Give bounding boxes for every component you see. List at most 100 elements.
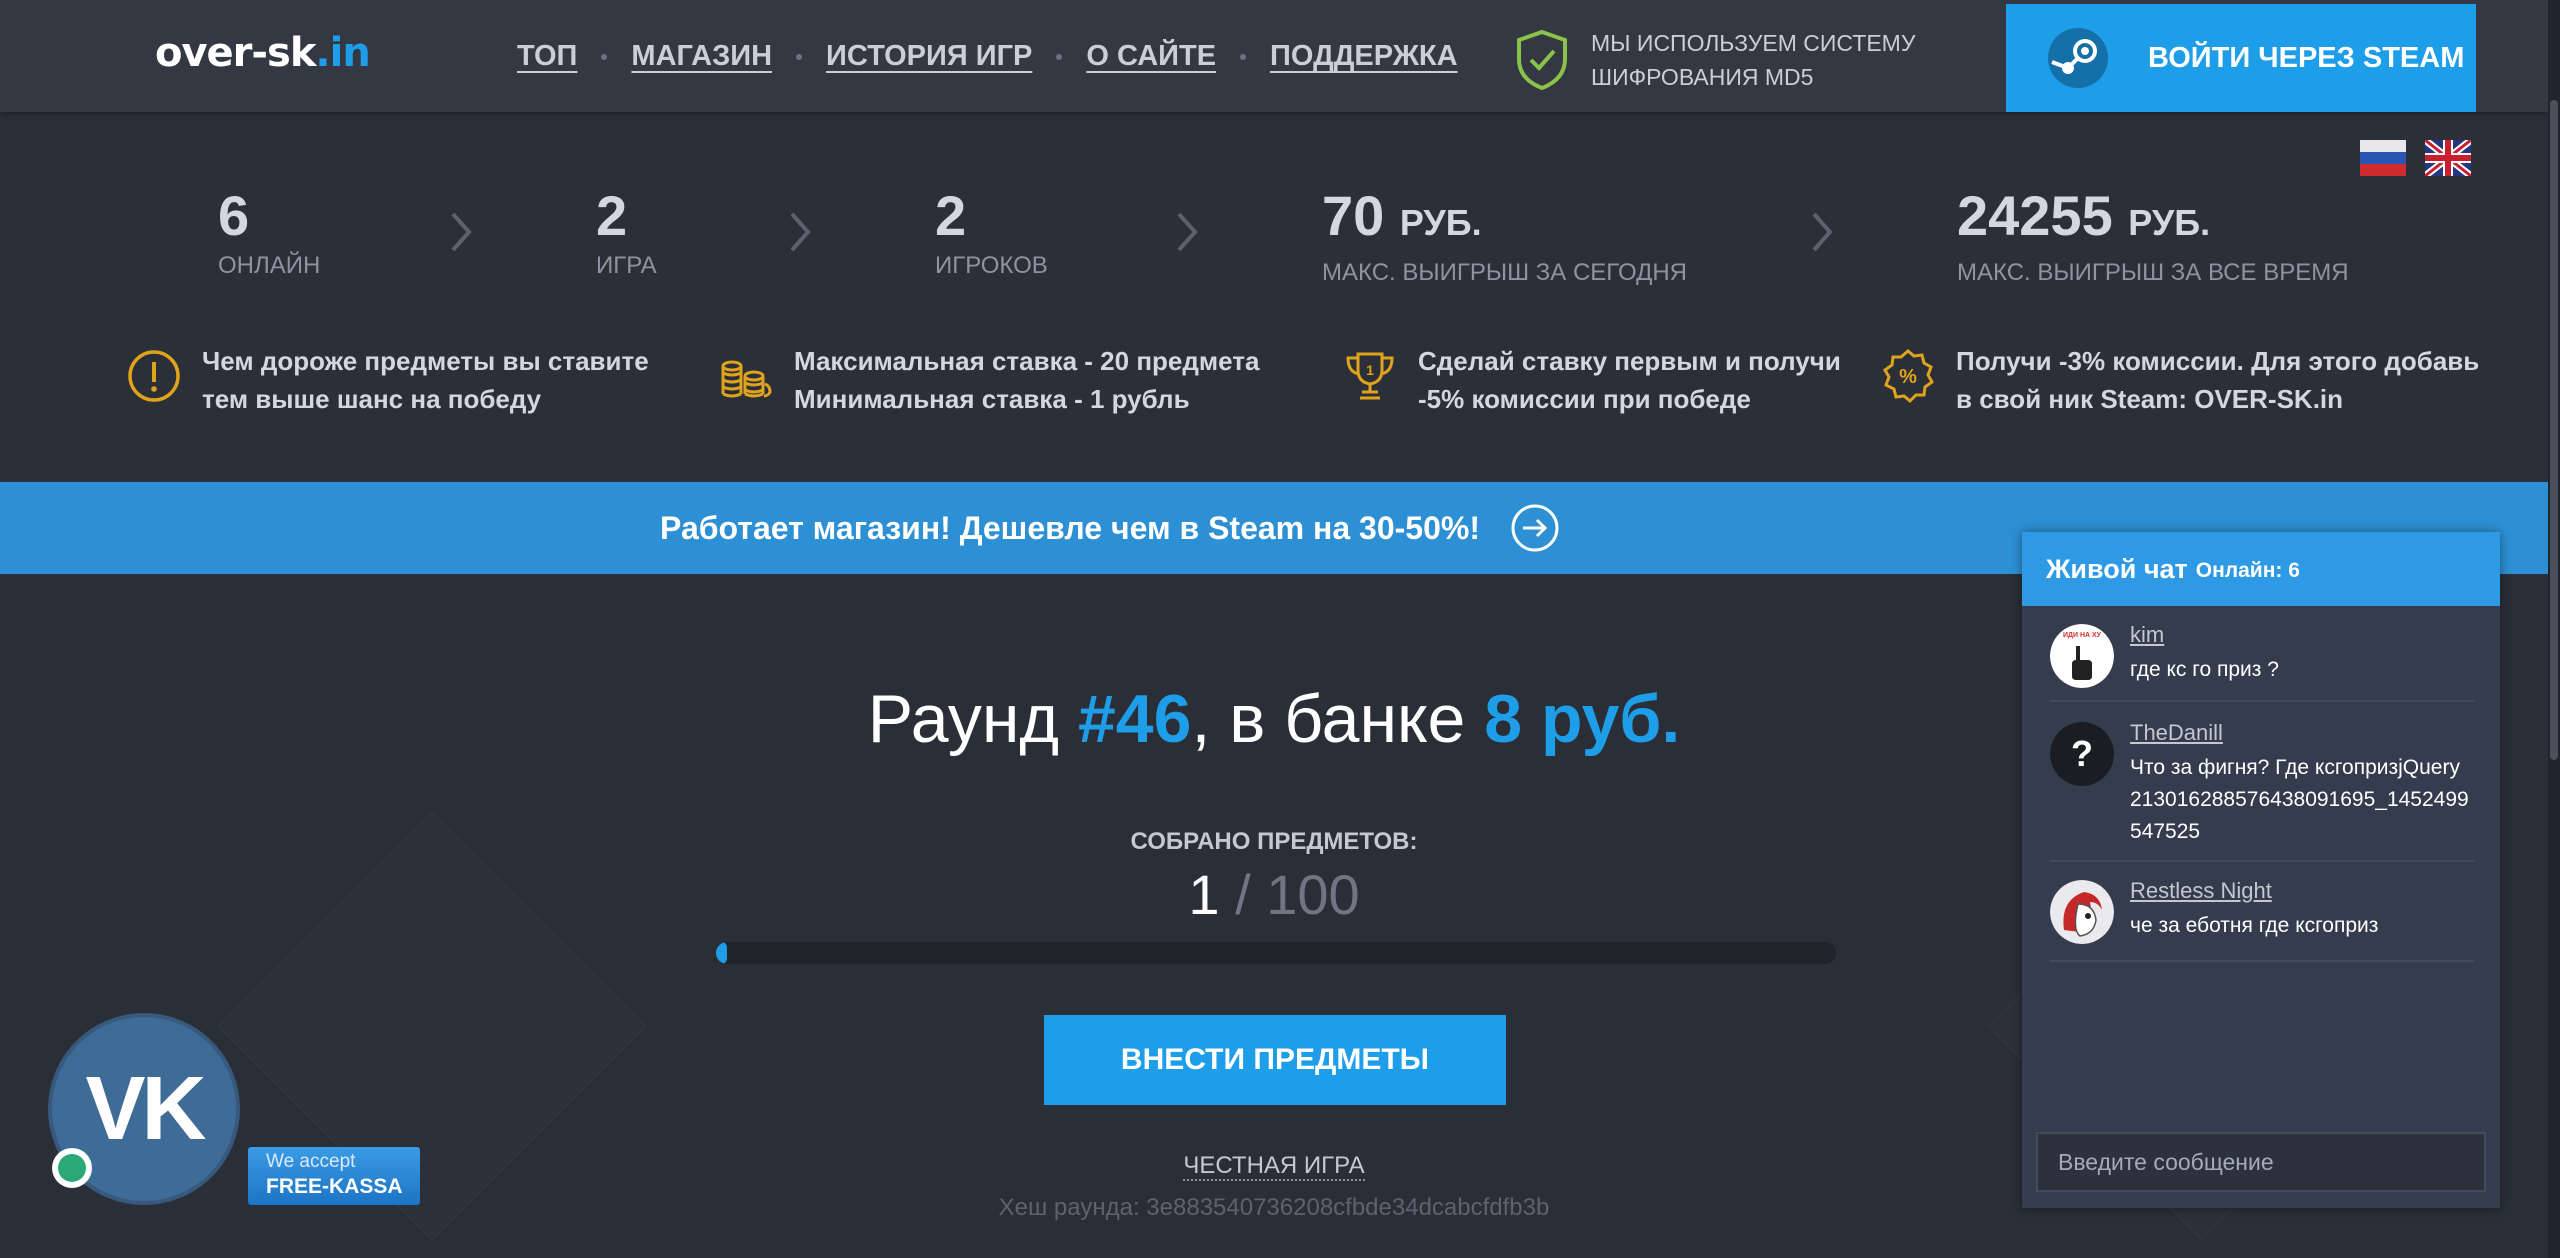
info-commission-line2: в свой ник Steam: OVER-SK.in [1956,384,2344,414]
online-status-indicator [52,1148,92,1188]
stat-game: 2 ИГРА [596,184,657,280]
stat-max-today-label: МАКС. ВЫИГРЫШ ЗА СЕГОДНЯ [1322,259,1688,286]
stat-max-today: 70 РУБ. МАКС. ВЫИГРЫШ ЗА СЕГОДНЯ [1322,184,1687,287]
svg-text:?: ? [2071,733,2093,774]
stat-online-value: 6 [218,184,250,247]
percent-badge-icon: % [1883,349,1934,404]
svg-text:1: 1 [1366,362,1374,378]
nav-shop-link[interactable]: МАГАЗИН [631,40,772,73]
shop-banner-text: Работает магазин! Дешевле чем в Steam на… [660,509,1480,546]
logo-tld-text: .in [315,30,370,76]
info-first-bet: 1 Сделай ставку первым и получи -5% коми… [1342,342,1841,418]
md5-notice: МЫ ИСПОЛЬЗУЕМ СИСТЕМУ ШИФРОВАНИЯ MD5 [1515,26,1915,94]
user-avatar-restless-night[interactable] [2050,880,2114,944]
round-prefix: Раунд [867,681,1078,757]
info-bet-limits-text: Максимальная ставка - 20 предмета Минима… [794,342,1259,418]
steam-login-button[interactable]: ВОЙТИ ЧЕРЕЗ STEAM [2006,4,2476,112]
nav-separator [601,53,608,60]
info-bet-limits-line2: Минимальная ставка - 1 рубль [794,384,1190,414]
info-chance: Чем дороже предметы вы ставите тем выше … [126,342,649,418]
free-kassa-line1: We accept [266,1151,356,1172]
fair-game-link[interactable]: ЧЕСТНАЯ ИГРА [1183,1152,1365,1181]
info-commission-text: Получи -3% комиссии. Для этого добавь в … [1956,342,2479,418]
md5-line1: МЫ ИСПОЛЬЗУЕМ СИСТЕМУ [1591,30,1916,56]
stat-max-alltime-value: 24255 РУБ. [1957,184,2349,255]
question-avatar-icon[interactable]: ? [2050,722,2114,786]
trophy-icon: 1 [1346,352,1394,400]
stat-online: 6 ОНЛАЙН [218,184,320,280]
chat-title: Живой чат [2046,553,2188,584]
logo-main-text: over-sk [155,30,316,76]
nav-history-link[interactable]: ИСТОРИЯ ИГР [826,40,1032,73]
nav-separator [796,53,803,60]
online-dot [58,1154,86,1182]
info-chance-line2: тем выше шанс на победу [202,384,542,414]
steam-icon [2048,28,2108,88]
md5-line2: ШИФРОВАНИЯ MD5 [1591,64,1814,90]
chat-username[interactable]: TheDanill [2130,720,2223,746]
free-kassa-badge[interactable]: We accept FREE-KASSA [248,1147,420,1205]
deposit-items-button[interactable]: ВНЕСТИ ПРЕДМЕТЫ [1044,1015,1506,1105]
chat-message: ИДИ НА ХУ kim где кс го приз ? [2050,614,2474,702]
chat-message: ? TheDanill Что за фигня? Где ксгопризjQ… [2050,712,2474,862]
round-number: #46 [1077,681,1192,757]
stat-online-label: ОНЛАЙН [218,252,321,279]
stat-max-alltime-label: МАКС. ВЫИГРЫШ ЗА ВСЕ ВРЕМЯ [1957,259,2349,286]
info-first-bet-line2: -5% комиссии при победе [1418,384,1751,414]
site-logo[interactable]: over-sk.in [155,30,371,76]
chevron-right-icon [790,212,811,252]
info-chance-line1: Чем дороже предметы вы ставите [202,346,649,376]
chat-header: Живой чат Онлайн: 6 [2022,532,2500,606]
stat-game-label: ИГРА [596,252,657,279]
info-bet-limits-line1: Максимальная ставка - 20 предмета [794,346,1260,376]
site-header: over-sk.in ТОП МАГАЗИН ИСТОРИЯ ИГР О САЙ… [0,0,2560,112]
info-chance-text: Чем дороже предметы вы ставите тем выше … [202,342,649,418]
stat-max-alltime-number: 24255 [1957,184,2113,247]
shield-check-icon [1517,29,1567,91]
coins-icon [721,360,772,398]
stat-max-today-number: 70 [1322,184,1385,247]
russian-flag-icon[interactable] [2360,140,2406,176]
svg-text:ИДИ НА ХУ: ИДИ НА ХУ [2063,632,2102,639]
nav-support-link[interactable]: ПОДДЕРЖКА [1270,40,1458,73]
info-first-bet-text: Сделай ставку первым и получи -5% комисс… [1418,342,1841,418]
stat-players-label: ИГРОКОВ [935,252,1048,279]
stat-players-value: 2 [935,184,967,247]
collected-max: / 100 [1219,863,1360,926]
chevron-right-icon [1812,212,1833,252]
info-first-bet-line1: Сделай ставку первым и получи [1418,346,1841,376]
chevron-right-icon [451,212,472,252]
chat-message-text: че за еботня где ксгоприз [2130,914,2379,937]
stat-max-today-value: 70 РУБ. [1322,184,1687,255]
chat-username[interactable]: Restless Night [2130,878,2272,904]
stat-game-value: 2 [596,184,628,247]
chat-username[interactable]: kim [2130,622,2164,648]
scrollbar-thumb[interactable] [2550,100,2558,760]
chat-message: Restless Night че за еботня где ксгоприз [2050,870,2474,962]
main-nav: ТОП МАГАЗИН ИСТОРИЯ ИГР О САЙТЕ ПОДДЕРЖК… [517,40,1458,73]
stat-max-today-currency: РУБ. [1399,202,1482,243]
chat-online-count: Онлайн: 6 [2195,559,2300,582]
uk-flag-icon[interactable] [2425,140,2471,176]
items-progress-bar [716,942,1836,964]
nav-separator [1240,53,1247,60]
page-scrollbar[interactable] [2548,0,2560,1258]
round-middle: , в банке [1191,681,1485,757]
round-bank: 8 руб. [1484,681,1681,757]
vk-logo-text: VK [85,1058,206,1159]
nav-top-link[interactable]: ТОП [517,40,577,73]
nav-about-link[interactable]: О САЙТЕ [1086,40,1216,73]
exclamation-icon [128,350,180,402]
chat-message-input[interactable] [2036,1132,2486,1192]
chevron-right-icon [1177,212,1198,252]
user-avatar-kim[interactable]: ИДИ НА ХУ [2050,624,2114,688]
live-chat-panel: Живой чат Онлайн: 6 ИДИ НА ХУ kim где кс… [2022,532,2500,1208]
stat-max-alltime-currency: РУБ. [2128,202,2211,243]
steam-login-label: ВОЙТИ ЧЕРЕЗ STEAM [2148,41,2465,74]
info-bet-limits: Максимальная ставка - 20 предмета Минима… [718,342,1259,418]
info-commission: % Получи -3% комиссии. Для этого добавь … [1880,342,2479,418]
arrow-right-circle-icon[interactable] [1510,503,1560,553]
stat-max-alltime: 24255 РУБ. МАКС. ВЫИГРЫШ ЗА ВСЕ ВРЕМЯ [1957,184,2349,287]
collected-current: 1 [1188,863,1220,926]
nav-separator [1056,53,1063,60]
